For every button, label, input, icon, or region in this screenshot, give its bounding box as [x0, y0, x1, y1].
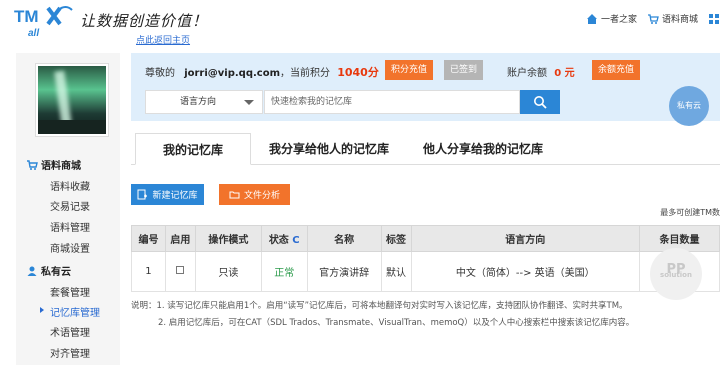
greeting: 尊敬的 jorri@vip.qq.com，当前积分 1040分	[145, 64, 379, 80]
col-id: 编号	[131, 225, 166, 252]
greeting-prefix: 尊敬的	[145, 68, 175, 79]
avatar-image	[38, 66, 106, 134]
sidebar-item-tm-manage[interactable]: 记忆库管理	[40, 304, 100, 319]
tm-table: 编号 启用 操作模式 状态 C 名称 标签 语言方向 条目数量 1 只读 正常 …	[131, 225, 720, 292]
cart-icon	[647, 13, 659, 24]
refresh-icon[interactable]: C	[292, 235, 299, 246]
table-row[interactable]: 1 只读 正常 官方演讲辞 默认 中文（简体）--> 英语（美国） 64	[131, 251, 720, 292]
watermark-small: solution	[660, 271, 692, 279]
home-icon	[586, 13, 597, 24]
home-link[interactable]: 点此返回主页	[136, 33, 190, 46]
tm-limit-note: 最多可创建TM数	[660, 208, 720, 217]
cell-mode[interactable]: 只读	[194, 251, 262, 292]
add-doc-icon	[137, 189, 148, 200]
sidebar-item-label: 记忆库管理	[50, 308, 100, 319]
sidebar-item-alignment[interactable]: 对齐管理	[50, 345, 90, 360]
svg-text:TM: TM	[14, 7, 39, 26]
slogan: 让数据创造价值！	[80, 12, 209, 30]
active-arrow-icon	[40, 307, 44, 313]
svg-text:all: all	[28, 28, 39, 38]
folder-icon	[229, 191, 240, 199]
file-analysis-button[interactable]: 文件分析	[219, 184, 290, 205]
grid-icon	[709, 13, 719, 24]
col-tag: 标签	[380, 225, 412, 252]
note-line-2: 2. 启用记忆库后，可在CAT（SDL Trados、Transmate、Vis…	[158, 318, 635, 328]
tm-tabs: 我的记忆库 我分享给他人的记忆库 他人分享给我的记忆库	[131, 133, 720, 165]
nav-home[interactable]: 一者之家	[586, 12, 637, 25]
col-status-label: 状态	[268, 235, 289, 246]
col-name: 名称	[306, 225, 382, 252]
balance-value: 0 元	[554, 68, 575, 79]
enable-checkbox[interactable]	[176, 266, 185, 274]
language-direction-value: 语言方向	[180, 97, 217, 107]
col-enable: 启用	[164, 225, 196, 252]
cart-icon	[27, 159, 38, 170]
nav-mall-label: 语料商城	[661, 15, 698, 25]
sidebar-item-transactions[interactable]: 交易记录	[50, 198, 90, 213]
cell-status: 正常	[260, 251, 308, 292]
tmx-all-logo[interactable]: TM all	[14, 4, 76, 38]
balance-recharge-button[interactable]: 余额充值	[592, 60, 641, 80]
language-direction-select[interactable]: 语言方向	[145, 90, 263, 114]
nav-home-label: 一者之家	[600, 15, 637, 25]
note-line-1: 说明：1. 读写记忆库只能启用1个。启用“读写”记忆库后，可将本地翻译句对实时写…	[131, 301, 628, 311]
new-tm-button[interactable]: 新建记忆库	[131, 184, 204, 205]
sidebar-item-corpus-manage[interactable]: 语料管理	[50, 219, 90, 234]
balance: 账户余额 0 元	[507, 64, 575, 79]
cell-tag: 默认	[380, 251, 412, 292]
sidebar-group-label: 私有云	[41, 267, 71, 278]
chevron-down-icon	[244, 100, 254, 105]
search-button[interactable]	[520, 90, 560, 114]
cell-name[interactable]: 官方演讲辞	[306, 251, 382, 292]
points-value: 1040分	[337, 66, 379, 79]
sidebar-item-favorites[interactable]: 语料收藏	[50, 178, 90, 193]
file-analysis-label: 文件分析	[243, 191, 280, 201]
sidebar-group-label: 语料商城	[41, 161, 81, 172]
sidebar: 语料商城 语料收藏 交易记录 语料管理 商城设置 私有云 套餐管理 记忆库管理 …	[16, 53, 120, 365]
sidebar-group-corpus-mall[interactable]: 语料商城	[26, 157, 81, 172]
nav-more[interactable]	[708, 12, 720, 25]
new-tm-label: 新建记忆库	[152, 191, 198, 201]
tab-shared-with-me[interactable]: 他人分享给我的记忆库	[413, 133, 553, 165]
nav-corpus-mall[interactable]: 语料商城	[647, 12, 698, 25]
sidebar-item-packages[interactable]: 套餐管理	[50, 284, 90, 299]
search-input[interactable]: 快速检索我的记忆库	[264, 90, 520, 114]
balance-label: 账户余额	[507, 68, 547, 79]
sidebar-item-mall-settings[interactable]: 商城设置	[50, 240, 90, 255]
user-icon	[27, 266, 37, 276]
col-language: 语言方向	[410, 225, 641, 252]
avatar[interactable]	[35, 63, 109, 137]
account-banner: 尊敬的 jorri@vip.qq.com，当前积分 1040分 积分充值 已签到…	[131, 53, 720, 126]
usage-notes: 说明：1. 读写记忆库只能启用1个。启用“读写”记忆库后，可将本地翻译句对实时写…	[131, 298, 634, 332]
table-header-row: 编号 启用 操作模式 状态 C 名称 标签 语言方向 条目数量	[131, 225, 720, 252]
top-nav: 一者之家 语料商城	[586, 12, 720, 25]
tab-shared-by-me[interactable]: 我分享给他人的记忆库	[259, 133, 399, 165]
sidebar-item-terms[interactable]: 术语管理	[50, 324, 90, 339]
cell-language: 中文（简体）--> 英语（美国）	[410, 251, 641, 292]
points-recharge-button[interactable]: 积分充值	[385, 60, 434, 80]
cell-id: 1	[131, 251, 166, 292]
signed-in-button[interactable]: 已签到	[444, 60, 484, 80]
private-cloud-badge[interactable]: 私有云	[669, 86, 709, 126]
col-mode: 操作模式	[194, 225, 262, 252]
points-prefix: ，当前积分	[280, 68, 331, 79]
cell-enable	[164, 251, 196, 292]
search-icon	[534, 96, 547, 109]
sidebar-group-private-cloud[interactable]: 私有云	[26, 263, 71, 278]
tab-my-tm[interactable]: 我的记忆库	[135, 133, 251, 165]
col-status: 状态 C	[260, 225, 308, 252]
pp-solution-watermark: PP solution	[650, 248, 702, 300]
user-email: jorri@vip.qq.com	[184, 68, 281, 79]
